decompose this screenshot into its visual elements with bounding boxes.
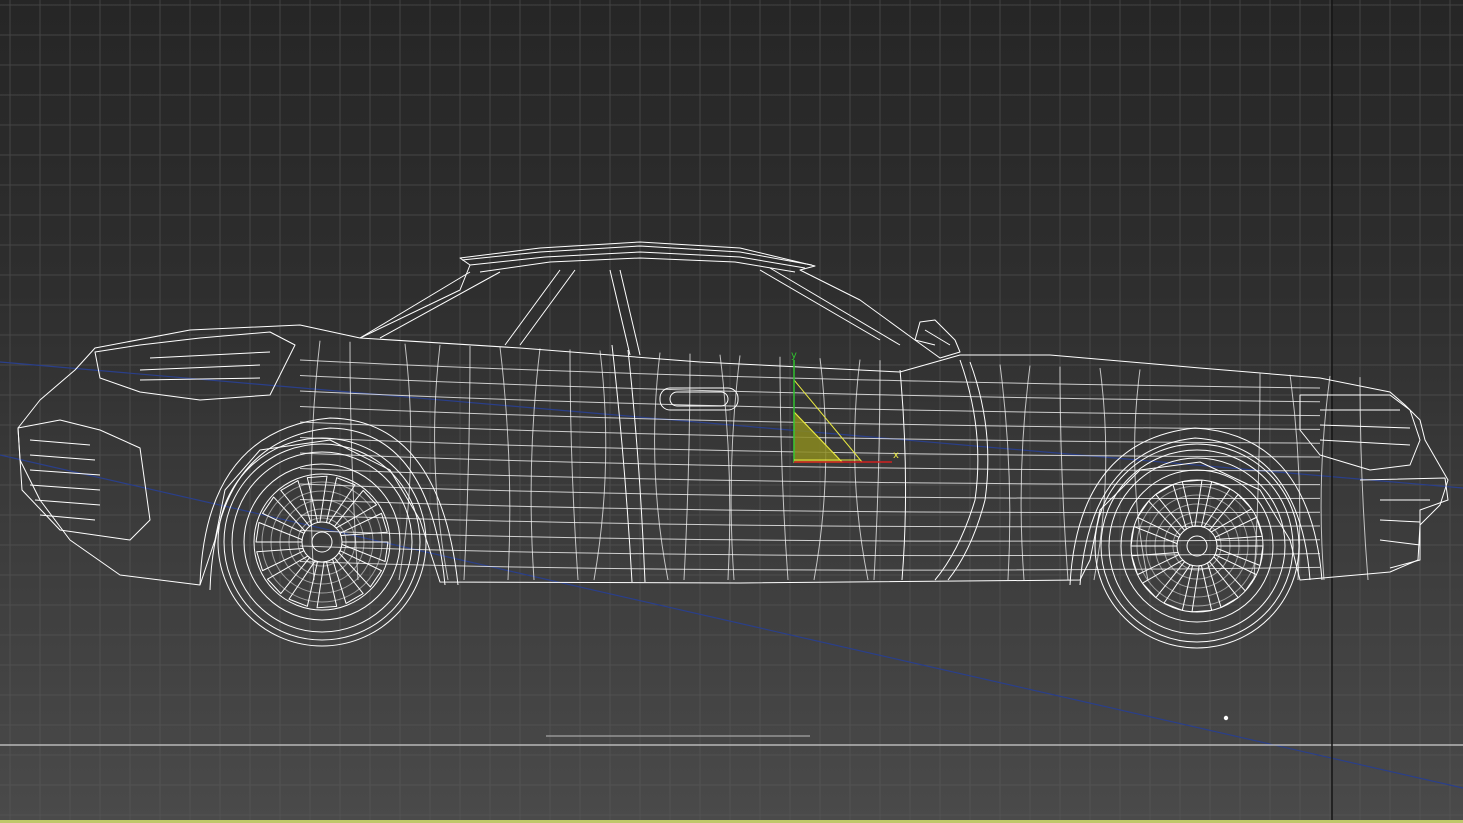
body-vertical [499, 346, 511, 581]
rear-wheel [1094, 443, 1300, 649]
wheel-spoke [1141, 559, 1186, 599]
body-vertical [1359, 377, 1369, 581]
door-seam-rear [899, 359, 989, 581]
wheel-spoke [262, 496, 306, 534]
body-vertical [779, 356, 789, 581]
body-vertical [1093, 367, 1107, 581]
gizmo-x-label: x [893, 450, 899, 461]
wheel-ring [1172, 521, 1222, 571]
body-vertical [463, 345, 471, 581]
wheel-spoke [333, 489, 378, 529]
body-contour [299, 406, 1321, 430]
rear-bumper [1359, 477, 1449, 569]
body-vertical [530, 348, 541, 581]
roof-panel [461, 245, 813, 273]
pivot-dot [1223, 715, 1229, 721]
gizmo-y-label: y [791, 350, 797, 361]
side-mirror [914, 319, 961, 359]
body-vertical [1320, 375, 1331, 581]
body-vertical [569, 349, 579, 581]
body-contour [299, 545, 1321, 557]
body-contour [299, 499, 1321, 514]
wheel-spoke [338, 550, 382, 588]
gizmo-xy-plane[interactable] [793, 410, 844, 463]
body-vertical [593, 350, 607, 581]
car-wireframe-model[interactable]: y x [0, 0, 1463, 823]
body-vertical [873, 360, 881, 581]
car-roof-outline [359, 241, 936, 346]
body-contour [299, 483, 1321, 500]
transform-gizmo[interactable]: y x [791, 350, 899, 463]
body-vertical [654, 352, 669, 581]
body-contour-lines [299, 359, 1321, 571]
body-contour [299, 390, 1321, 417]
wheel-ring [297, 517, 347, 567]
body-contour [299, 359, 1321, 389]
door-handle-inner [669, 391, 729, 407]
body-vertical [434, 344, 449, 581]
body-vertical [1289, 374, 1301, 581]
body-vertical [813, 358, 827, 581]
viewport-canvas[interactable]: y x [0, 0, 1463, 823]
body-vertical [854, 359, 869, 581]
wheel-spoke [1214, 516, 1263, 541]
front-bumper [17, 419, 151, 541]
wheel-spoke [1131, 551, 1180, 576]
wheel-spoke [256, 547, 305, 572]
body-contour [299, 561, 1321, 571]
body-vertical [398, 343, 412, 581]
car-windshield [359, 267, 901, 356]
